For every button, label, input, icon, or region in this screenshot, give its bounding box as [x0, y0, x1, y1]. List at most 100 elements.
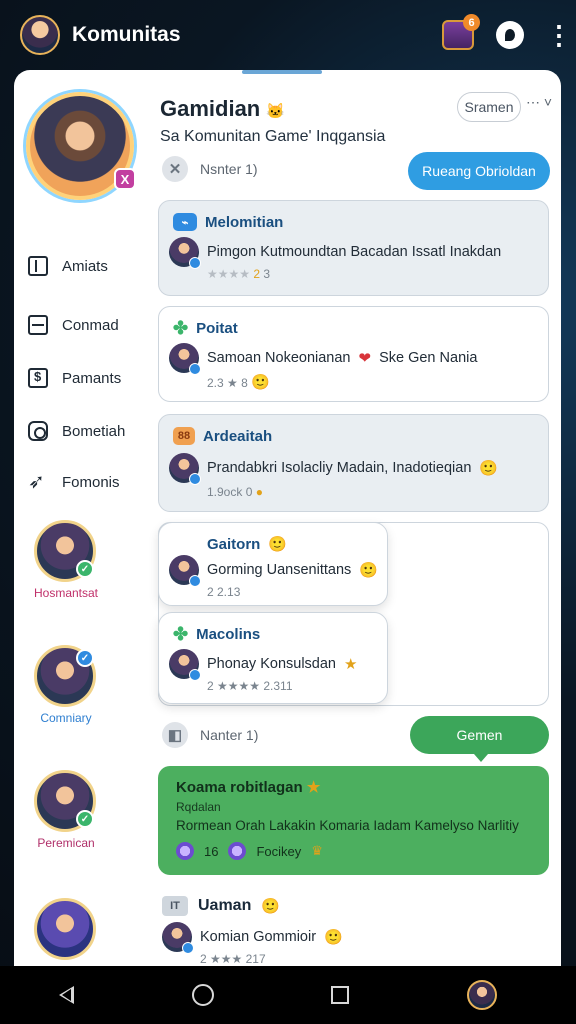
post-title: ✤ Macolins — [173, 623, 261, 644]
smile-emoji-icon: 🙂 — [261, 898, 281, 915]
crown-icon: ♛ — [311, 843, 323, 858]
post-card[interactable]: ⌁ Melomitian Pimgon Kutmoundtan Bacadan … — [158, 200, 549, 296]
member-entry[interactable]: ✓ Hosmantsat — [14, 520, 118, 610]
banner-subtitle: Rqdalan — [176, 800, 221, 814]
sidebar-item-amiats[interactable]: Amiats — [28, 256, 108, 276]
game-button[interactable]: Gemen — [410, 716, 549, 762]
member-count-row[interactable]: ◧ Nanter 1) — [162, 722, 258, 748]
banner-text: Rormean Orah Lakakin Komaria Iadam Kamel… — [176, 818, 519, 833]
author-avatar — [169, 237, 201, 269]
smile-emoji-icon: 🙂 — [251, 374, 270, 391]
post-meta: ★★★★ 2 3 — [207, 267, 271, 281]
member-name: Peremican — [37, 836, 95, 850]
author-avatar — [169, 555, 201, 587]
kebab-menu-icon[interactable]: ⋮ — [546, 22, 572, 48]
game-controller-icon: ⌁ — [173, 213, 197, 231]
post-body: Komian Gommioir 🙂 — [162, 922, 343, 954]
post-title: ⌁ Melomitian — [173, 213, 283, 231]
home-icon[interactable] — [191, 984, 214, 1006]
system-nav-bar — [0, 966, 576, 1024]
member-name: Comniary — [40, 711, 92, 725]
banner-footer: 16 Focikey ♛ — [176, 842, 323, 860]
orb-icon — [176, 842, 194, 860]
trophy-icon: 88 — [173, 427, 195, 445]
popup-card[interactable]: ✤ Macolins Phonay Konsulsdan ★ 2 ★★★★ 2.… — [158, 612, 388, 704]
member-count-label: Nanter 1) — [200, 727, 259, 743]
camera-icon — [28, 421, 48, 441]
box-icon — [28, 315, 48, 335]
heart-icon: ❤ — [358, 350, 372, 367]
community-badge-icon: X — [114, 168, 136, 190]
member-name: Hosmantsat — [33, 586, 99, 600]
verified-check-icon: ✓ — [76, 649, 94, 667]
community-title: Gamidian 🐱 — [160, 96, 286, 121]
notification-badge: 6 — [463, 14, 480, 31]
more-options-toggle[interactable]: ⋯ ˅ — [526, 94, 552, 111]
post-card[interactable]: 88 Ardeaitah Prandabkri Isolacliy Madain… — [158, 414, 549, 512]
popup-card[interactable]: Gaitorn 🙂 Gorming Uansenittans 🙂 2 2.13 — [158, 522, 388, 606]
community-subtitle: Sa Komunitan Game' Inqgansia — [160, 128, 386, 145]
author-avatar — [169, 453, 201, 485]
smile-emoji-icon: 🙂 — [479, 460, 499, 477]
drag-handle[interactable] — [242, 70, 322, 74]
sidebar-item-pamants[interactable]: Pamants — [28, 368, 121, 388]
smile-emoji-icon: 🙂 — [359, 562, 378, 579]
recent-apps-icon[interactable] — [331, 986, 350, 1004]
post-body: Samoan Nokeonianan ❤ Ske Gen Nania — [169, 343, 477, 375]
post-body: Phonay Konsulsdan ★ — [169, 649, 358, 681]
post-body: Prandabkri Isolacliy Madain, Inadotieqia… — [169, 453, 499, 485]
member-avatar — [34, 898, 96, 960]
smile-emoji-icon: 🙂 — [324, 929, 343, 946]
post-meta: 1.9ock 0 ● — [207, 485, 263, 499]
document-icon — [28, 256, 48, 276]
post-meta: 2.3 ★ 8 🙂 — [207, 374, 270, 391]
sidebar-item-label: Amiats — [62, 257, 108, 275]
featured-banner[interactable]: Koama robitlagan ★ Rqdalan Rormean Orah … — [158, 766, 549, 875]
star-icon: ★ — [306, 779, 321, 796]
member-entry[interactable] — [14, 898, 118, 970]
clover-icon: ✤ — [173, 623, 189, 644]
verified-check-icon: ✓ — [76, 560, 94, 578]
profile-avatar[interactable] — [467, 980, 498, 1010]
banner-title: Koama robitlagan ★ — [176, 779, 321, 796]
app-avatar[interactable] — [20, 15, 60, 55]
sidebar-item-conmad[interactable]: Conmad — [28, 315, 119, 335]
member-count-row[interactable]: ✕ Nsnter 1) — [162, 156, 258, 182]
verified-check-icon: ✓ — [76, 810, 94, 828]
author-avatar — [169, 649, 201, 681]
join-room-button[interactable]: Rueang Obrioldan — [408, 152, 550, 190]
back-icon[interactable] — [58, 986, 74, 1004]
member-entry[interactable]: ✓ Peremican — [14, 770, 118, 860]
sidebar-item-label: Bometiah — [62, 422, 126, 440]
post-title: ✤ Poitat — [173, 317, 238, 338]
coin-icon: ● — [255, 485, 263, 499]
post-title[interactable]: IT Uaman 🙂 — [162, 896, 280, 916]
chat-bubble-icon[interactable] — [496, 21, 524, 49]
sidebar-item-fomonis[interactable]: Fomonis — [28, 469, 120, 494]
star-icon: ★ — [344, 656, 358, 673]
post-body: Gorming Uansenittans 🙂 — [169, 555, 378, 587]
tag-icon: IT — [162, 896, 188, 916]
payment-icon — [28, 368, 48, 388]
top-actions: 6 ⋮ — [442, 14, 572, 50]
app-title: Komunitas — [72, 23, 181, 46]
community-card: X Gamidian 🐱 Sa Komunitan Game' Inqgansi… — [14, 70, 561, 970]
send-icon — [28, 469, 48, 494]
treasure-chest-icon[interactable]: 6 — [442, 14, 480, 50]
share-button[interactable]: Sramen — [457, 92, 521, 122]
crystal-icon — [228, 842, 247, 860]
sidebar-item-label: Conmad — [62, 316, 119, 334]
sidebar-item-label: Fomonis — [62, 473, 120, 491]
post-meta: 2 ★★★★ 2.311 — [207, 679, 293, 693]
post-title: Gaitorn 🙂 — [207, 535, 288, 554]
author-avatar — [162, 922, 194, 954]
post-body: Pimgon Kutmoundtan Bacadan Issatl Inakda… — [169, 237, 501, 269]
game-icon: ◧ — [162, 722, 188, 748]
post-card[interactable]: ✤ Poitat Samoan Nokeonianan ❤ Ske Gen Na… — [158, 306, 549, 402]
sidebar-item-bometiah[interactable]: Bometiah — [28, 421, 125, 441]
member-entry[interactable]: ✓ Comniary — [14, 645, 118, 735]
post-meta: 2 ★★★ 217 — [200, 952, 266, 966]
sidebar-item-label: Pamants — [62, 369, 122, 387]
close-x-icon: ✕ — [162, 156, 188, 182]
member-count-label: Nsnter 1) — [200, 161, 258, 177]
